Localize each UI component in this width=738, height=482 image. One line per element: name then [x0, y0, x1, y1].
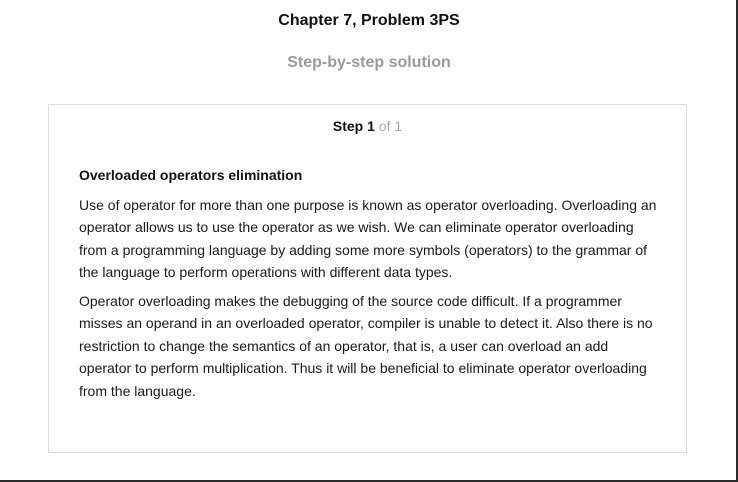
solution-paragraph: Operator overloading makes the debugging… — [79, 293, 653, 399]
solution-paragraph: Use of operator for more than one purpos… — [79, 197, 657, 281]
step-total: of 1 — [378, 118, 403, 134]
page-subtitle: Step-by-step solution — [287, 54, 451, 71]
solution-card: Step 1 of 1 Overloaded operators elimina… — [48, 104, 687, 453]
page-title: Chapter 7, Problem 3PS — [278, 12, 460, 29]
step-indicator: Step 1 of 1 — [49, 118, 686, 134]
step-number: 1 — [367, 118, 375, 134]
section-heading: Overloaded operators elimination — [79, 167, 303, 183]
step-label: Step — [332, 118, 364, 134]
